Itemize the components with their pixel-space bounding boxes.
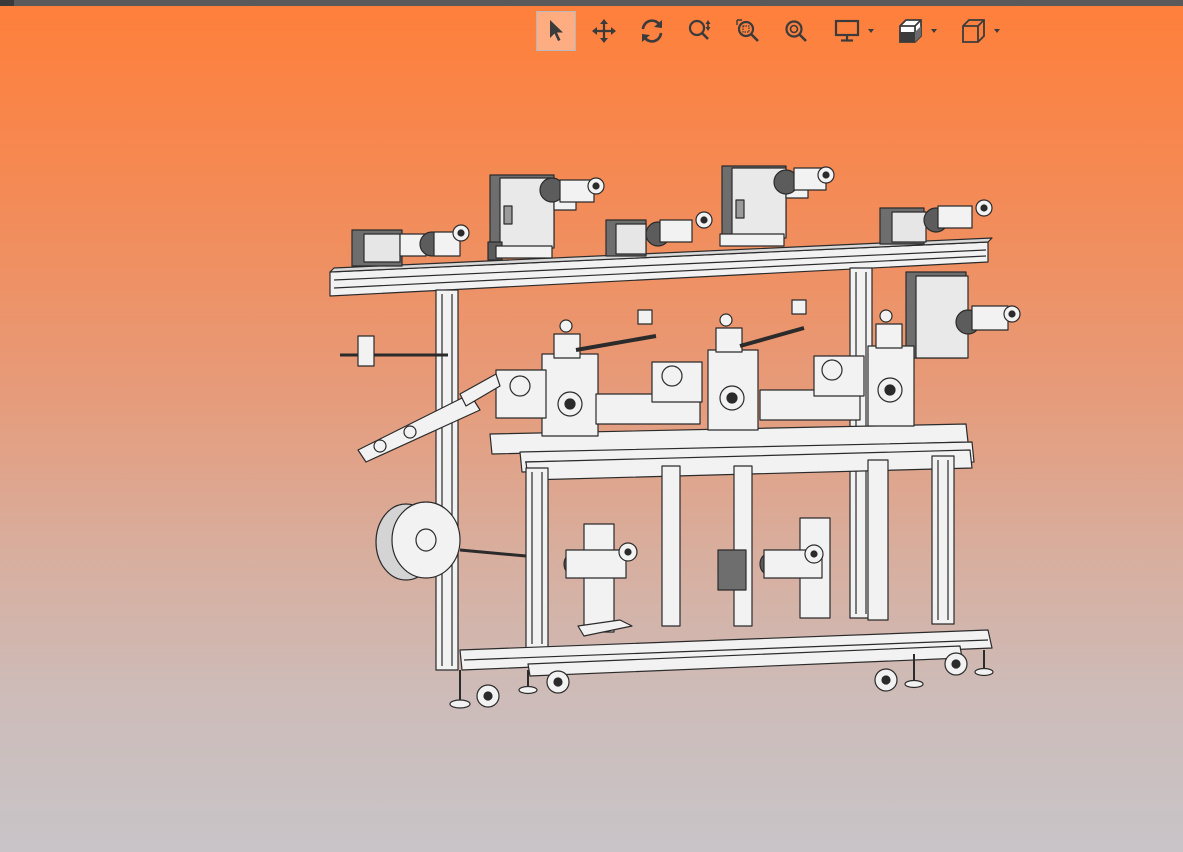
zoom-icon bbox=[688, 19, 711, 40]
chevron-down-icon[interactable] bbox=[994, 29, 1000, 33]
caster-wheel bbox=[449, 670, 500, 709]
view-toolbar bbox=[536, 10, 1013, 52]
window-top-bar bbox=[0, 0, 1183, 6]
select-tool-button[interactable] bbox=[536, 11, 576, 51]
top-unwinder-3 bbox=[605, 211, 713, 257]
display-mode-button[interactable] bbox=[824, 11, 874, 51]
chevron-down-icon[interactable] bbox=[931, 29, 937, 33]
zoom-window-icon bbox=[736, 19, 759, 42]
pan-tool-button[interactable] bbox=[584, 11, 624, 51]
zoom-fit-icon bbox=[785, 20, 807, 42]
cube-icon bbox=[962, 19, 985, 43]
top-bar-accent bbox=[0, 0, 14, 6]
move-arrows-icon bbox=[592, 19, 616, 43]
lower-unwinder-1 bbox=[563, 523, 638, 637]
zoom-tool-button[interactable] bbox=[680, 11, 720, 51]
zoom-fit-tool-button[interactable] bbox=[776, 11, 816, 51]
caster-wheel bbox=[944, 650, 994, 677]
monitor-icon bbox=[834, 19, 860, 42]
zoom-window-tool-button[interactable] bbox=[728, 11, 768, 51]
chevron-down-icon[interactable] bbox=[868, 29, 874, 33]
rotate-icon bbox=[641, 19, 663, 43]
section-view-button[interactable] bbox=[887, 11, 937, 51]
standard-views-button[interactable] bbox=[950, 11, 1000, 51]
feeder-arm bbox=[340, 335, 501, 463]
3d-viewport[interactable] bbox=[0, 0, 1183, 852]
machine-assembly-model[interactable] bbox=[320, 150, 1040, 730]
section-cube-icon bbox=[899, 19, 922, 43]
top-unwinder-4 bbox=[719, 165, 835, 247]
rotate-tool-button[interactable] bbox=[632, 11, 672, 51]
top-unwinder-1 bbox=[351, 224, 470, 267]
cursor-arrow-icon bbox=[550, 20, 563, 41]
side-unwinder bbox=[905, 271, 1021, 359]
top-unwinder-5 bbox=[879, 199, 993, 245]
left-front-post bbox=[435, 289, 459, 671]
top-unwinder-2 bbox=[487, 174, 605, 261]
